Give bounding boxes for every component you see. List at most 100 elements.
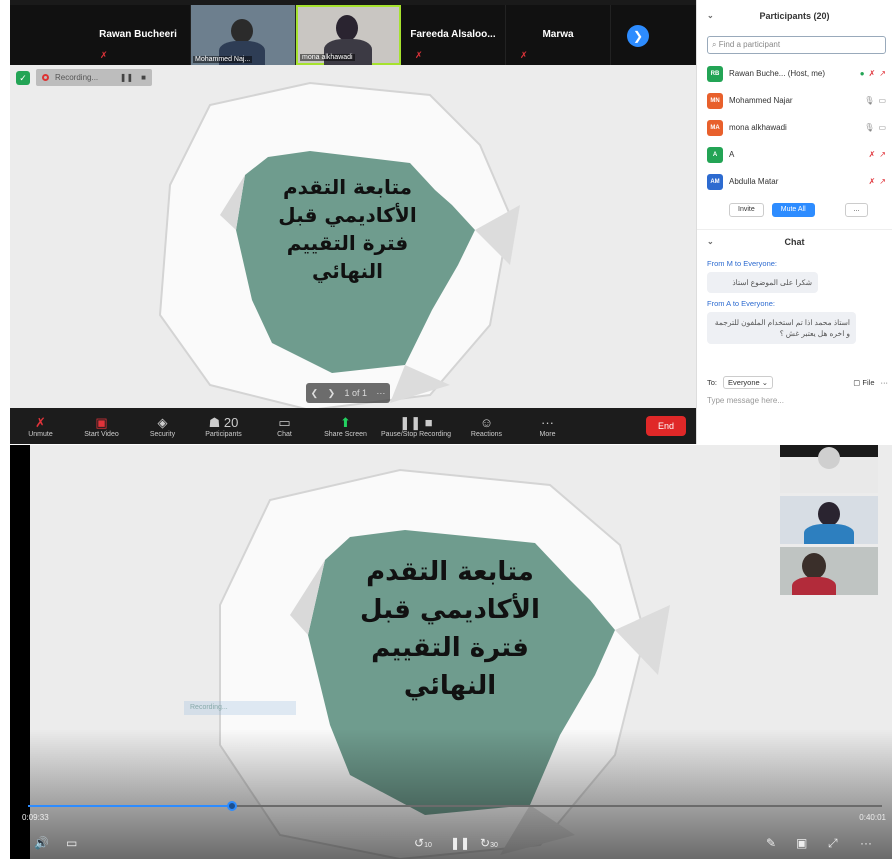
participant-tile[interactable]: Rawan Bucheeri ✗	[86, 5, 191, 65]
zoom-meeting-window: Rawan Bucheeri ✗ Mohammed Naj... mona al…	[10, 0, 696, 444]
page-indicator: 1 of 1	[344, 388, 367, 398]
participant-search-input[interactable]: ⌕ Find a participant	[707, 36, 886, 54]
miniplayer-icon[interactable]: ▣	[796, 835, 807, 851]
seek-bar-progress	[28, 805, 232, 807]
seek-bar[interactable]	[28, 801, 882, 811]
chat-button[interactable]: ▭ Chat	[254, 414, 315, 438]
search-icon: ⌕	[712, 40, 719, 49]
toolbar-label: Participants	[205, 431, 242, 438]
forward-button[interactable]: ↻30	[480, 835, 498, 851]
video-frame[interactable]: متابعة التقدم الأكاديمي قبل فترة التقييم…	[30, 445, 892, 859]
active-speaker-tile[interactable]: mona alkhawadi	[296, 5, 401, 65]
toolbar-label: More	[539, 431, 556, 438]
avatar: MA	[707, 119, 723, 136]
security-shield-icon[interactable]: ✓	[16, 71, 30, 85]
mute-all-button[interactable]: Mute All	[771, 203, 815, 217]
pause-stop-recording-button[interactable]: ❚❚ ■ Pause/Stop Recording	[376, 414, 456, 438]
more-icon[interactable]: ···	[860, 835, 872, 851]
fullscreen-icon[interactable]: ⤢	[828, 835, 838, 851]
chat-message-input[interactable]: Type message here...	[707, 396, 784, 405]
participant-name: Rawan Bucheeri	[99, 29, 177, 40]
participant-actions: Invite Mute All ...	[697, 195, 892, 217]
participant-row[interactable]: MA mona alkhawadi 🎙 ▭	[697, 114, 892, 141]
recording-label: Recording...	[55, 73, 99, 82]
toolbar-label: Chat	[277, 431, 292, 438]
participant-video-tile[interactable]: Mohammed Naj...	[191, 5, 296, 65]
chat-icon: ▭	[278, 415, 291, 430]
collapse-chevron-icon[interactable]: ⌄	[707, 0, 714, 32]
video-muted-icon: ↗	[879, 69, 886, 78]
participant-row[interactable]: AM Abdulla Matar ✗ ↗	[697, 168, 892, 195]
participant-thumbnail[interactable]	[780, 496, 878, 544]
mic-icon: 🎙	[864, 123, 875, 132]
current-time: 0:09:33	[22, 813, 49, 822]
slide-title: متابعة التقدم الأكاديمي قبل فترة التقييم…	[255, 173, 440, 285]
recipient-value: Everyone	[728, 378, 760, 387]
next-page-icon[interactable]: ❯	[328, 388, 336, 399]
video-icon: ▭	[878, 96, 886, 105]
more-options-button[interactable]: ...	[844, 203, 869, 217]
video-muted-icon: ↗	[879, 177, 886, 186]
slide-line: النهائي	[403, 671, 497, 701]
meeting-toolbar: ✗ Unmute ▣ Start Video ◈ Security ☗ 20 Parti…	[10, 408, 696, 444]
participants-button[interactable]: ☗ 20 Participants	[193, 414, 254, 438]
avatar: AM	[707, 173, 723, 190]
seek-knob[interactable]	[226, 801, 237, 811]
mic-muted-icon: ✗	[868, 177, 876, 186]
slide-line: الأكاديمي قبل	[278, 203, 417, 227]
participant-name: mona alkhawadi	[300, 54, 355, 61]
toolbar-label: Reactions	[470, 431, 503, 438]
total-time: 0:40:01	[859, 813, 886, 822]
captions-icon[interactable]: ▭	[66, 835, 77, 851]
start-video-button[interactable]: ▣ Start Video	[71, 414, 132, 438]
security-button[interactable]: ◈ Security	[132, 414, 193, 438]
muted-mic-icon: ✗	[100, 50, 108, 60]
muted-mic-icon: ✗	[415, 50, 423, 60]
side-panel: ⌄ Participants (20) ⌕ Find a participant…	[696, 0, 892, 444]
slide-line: الأكاديمي قبل	[360, 595, 540, 625]
participant-thumbnail[interactable]	[780, 547, 878, 595]
mic-muted-icon: ✗	[868, 150, 876, 159]
unmute-button[interactable]: ✗ Unmute	[10, 414, 71, 438]
participant-row-name: Abdulla Matar	[729, 177, 779, 186]
share-screen-button[interactable]: ⬆ Share Screen	[315, 414, 376, 438]
participant-row[interactable]: RB Rawan Buche... (Host, me) ● ✗ ↗	[697, 60, 892, 87]
end-meeting-button[interactable]: End	[646, 416, 686, 436]
rewind-button[interactable]: ↺10	[414, 835, 432, 851]
participant-tile[interactable]: Marwa ✗	[506, 5, 611, 65]
recipient-select[interactable]: Everyone ⌄	[723, 376, 774, 389]
more-icon[interactable]: ···	[881, 378, 889, 387]
reactions-button[interactable]: ☺ Reactions	[456, 414, 517, 438]
video-off-icon: ▣	[95, 415, 108, 430]
recording-ghost-label: Recording...	[184, 701, 296, 715]
slide-pager[interactable]: ❮ ❯ 1 of 1 ···	[306, 383, 390, 403]
participant-thumbnail[interactable]	[780, 445, 878, 493]
pause-recording-icon[interactable]: ❚❚	[120, 73, 133, 82]
file-button[interactable]: ▢ File	[853, 378, 874, 387]
mic-muted-icon: ✗	[868, 69, 876, 78]
collapse-chevron-icon[interactable]: ⌄	[707, 230, 714, 254]
slide-line: النهائي	[312, 259, 383, 283]
stop-recording-icon[interactable]: ■	[141, 73, 146, 82]
more-button[interactable]: ··· More	[517, 414, 578, 438]
gallery-strip: Rawan Bucheeri ✗ Mohammed Naj... mona al…	[10, 5, 696, 65]
rewind-seconds: 10	[424, 842, 432, 849]
gallery-next-arrow-icon[interactable]: ❯	[627, 25, 649, 47]
pause-recording-icon: ❚❚ ■	[399, 415, 433, 430]
participant-row[interactable]: MN Mohammed Najar 🎙 ▭	[697, 87, 892, 114]
more-icon: ···	[541, 415, 554, 430]
avatar: A	[707, 146, 723, 163]
more-icon[interactable]: ···	[376, 388, 385, 398]
participant-tile[interactable]: Fareeda Alsaloo... ✗	[401, 5, 506, 65]
prev-page-icon[interactable]: ❮	[311, 388, 319, 399]
participant-row[interactable]: A A ✗ ↗	[697, 141, 892, 168]
pause-icon[interactable]: ❚❚	[450, 835, 470, 851]
chat-sender: From A to Everyone:	[707, 299, 775, 308]
invite-button[interactable]: Invite	[729, 203, 764, 217]
video-player: متابعة التقدم الأكاديمي قبل فترة التقييم…	[10, 445, 892, 859]
muted-mic-icon: ✗	[520, 50, 528, 60]
participant-row-name: A	[729, 150, 735, 159]
chat-title: Chat	[784, 237, 805, 247]
volume-icon[interactable]: 🔊	[34, 835, 49, 851]
pen-icon[interactable]: ✎	[766, 835, 776, 851]
